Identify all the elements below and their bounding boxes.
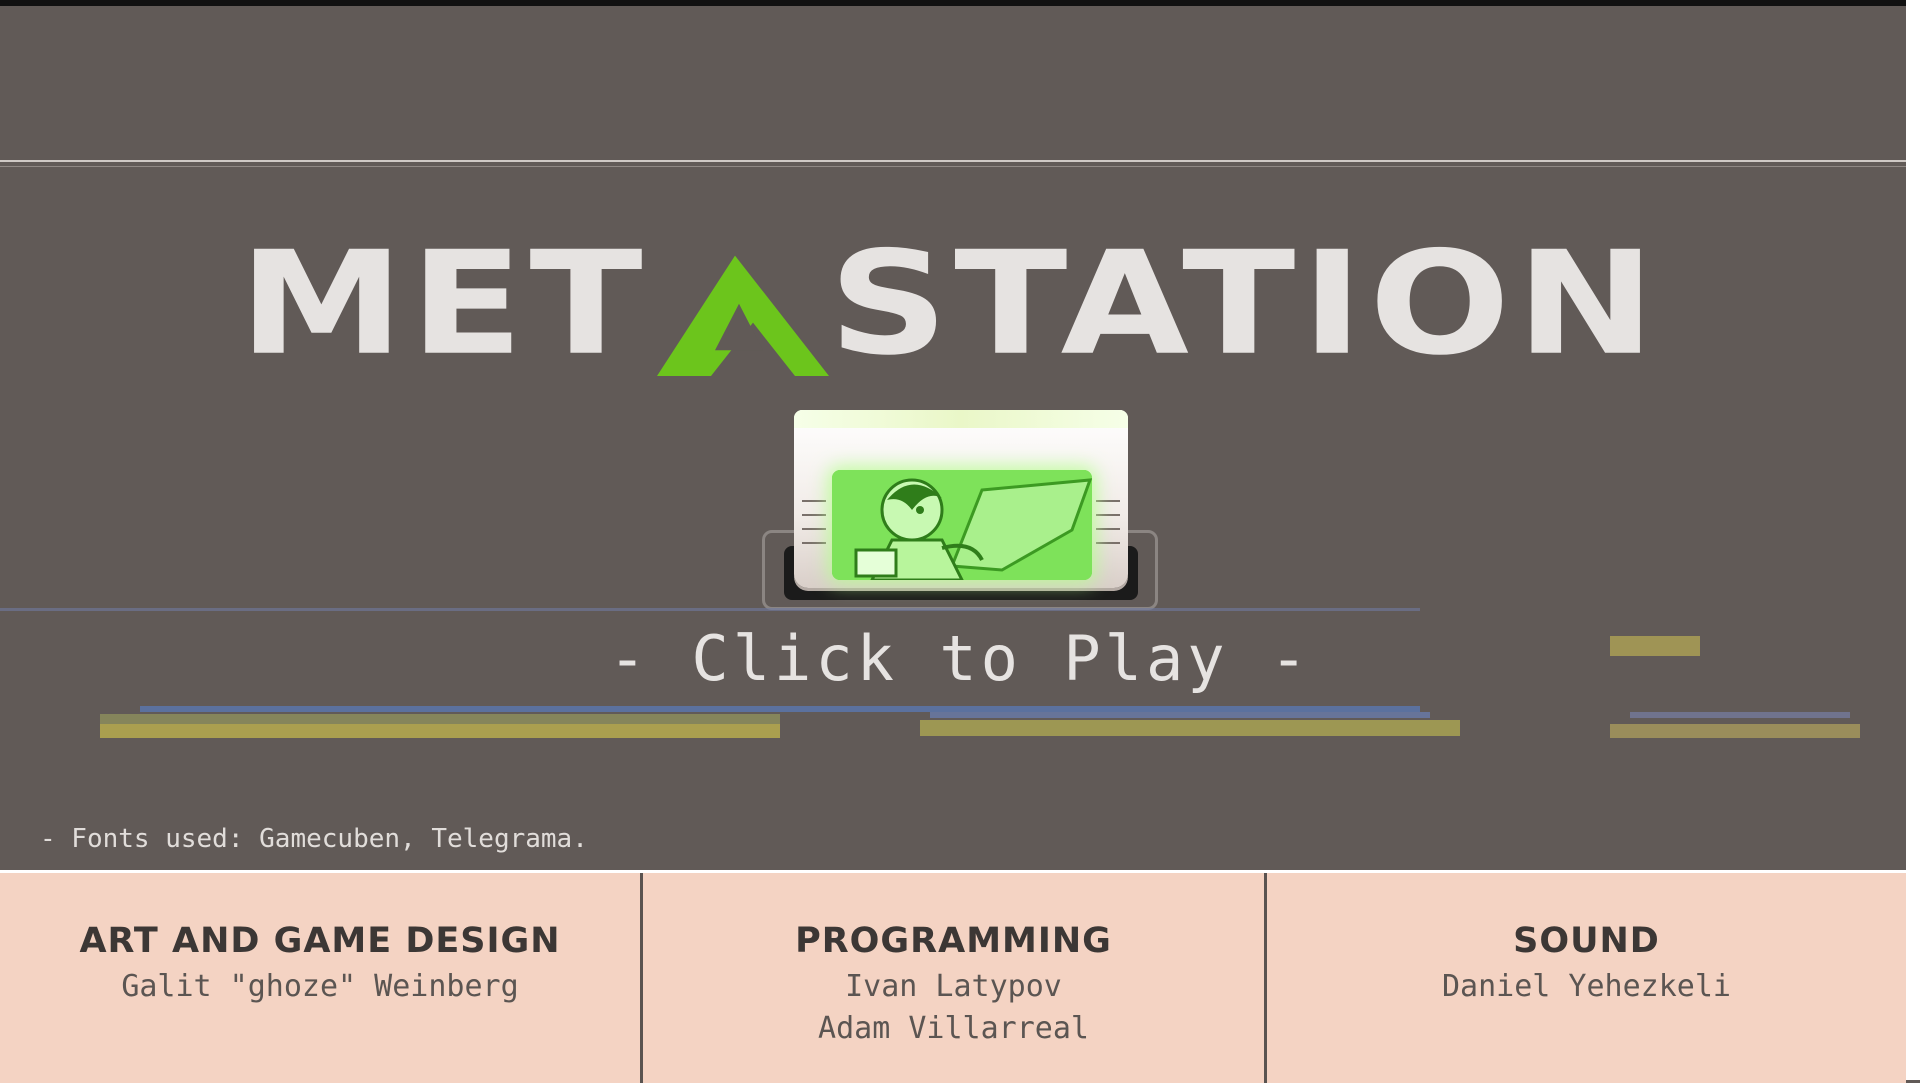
cartridge-ridge: [802, 542, 826, 544]
credit-name: Adam Villarreal: [818, 1011, 1089, 1046]
game-logo: MET STATION: [170, 221, 1730, 388]
cartridge-top: [794, 410, 1128, 428]
divider-line: [0, 160, 1910, 162]
cartridge-ridge: [1096, 542, 1120, 544]
cartridge-ridge: [1096, 514, 1120, 516]
credit-heading: SOUND: [1513, 921, 1660, 961]
credit-column-art: ART AND GAME DESIGN Galit "ghoze" Weinbe…: [0, 873, 640, 1083]
logo-accent-a-icon: [649, 255, 829, 376]
cartridge-ridge: [802, 500, 826, 502]
credit-column-sound: SOUND Daniel Yehezkeli: [1264, 873, 1906, 1083]
window-edge: [1906, 0, 1920, 1080]
cartridge-ridge: [802, 514, 826, 516]
credit-heading: PROGRAMMING: [795, 921, 1112, 961]
logo-text-start: MET: [238, 221, 649, 388]
credit-name: Ivan Latypov: [845, 969, 1062, 1004]
logo-text-end: STATION: [828, 221, 1662, 388]
credits-panel: ART AND GAME DESIGN Galit "ghoze" Weinbe…: [0, 870, 1906, 1083]
credit-name: Galit "ghoze" Weinberg: [121, 969, 519, 1004]
cartridge-ridge: [1096, 500, 1120, 502]
credit-column-programming: PROGRAMMING Ivan Latypov Adam Villarreal: [640, 873, 1264, 1083]
fonts-credit-note: - Fonts used: Gamecuben, Telegrama.: [40, 824, 588, 854]
credit-name: Daniel Yehezkeli: [1442, 969, 1731, 1004]
top-band: [0, 0, 1920, 6]
divider-line-shadow: [0, 166, 1910, 167]
cartridge-character-art: [832, 470, 1092, 580]
credit-heading: ART AND GAME DESIGN: [79, 921, 561, 961]
glitch-noise: [0, 608, 1860, 738]
cartridge-ridge: [1096, 528, 1120, 530]
cartridge-ridge: [802, 528, 826, 530]
cartridge-play-button[interactable]: [762, 410, 1158, 610]
